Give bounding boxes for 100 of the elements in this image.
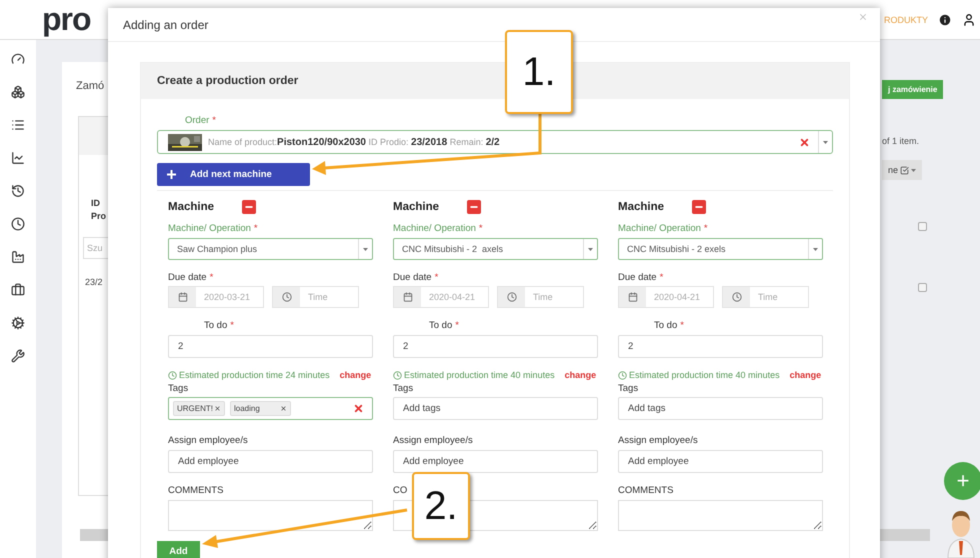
field-label: To do * xyxy=(204,320,234,331)
plus-icon xyxy=(167,170,176,179)
tags-input[interactable]: Add tags xyxy=(618,397,823,420)
calendar-icon xyxy=(178,292,188,302)
todo-input[interactable]: 2 xyxy=(618,335,823,358)
tag-chip[interactable]: URGENT! xyxy=(173,401,225,416)
calendar-icon xyxy=(628,292,638,302)
caret-icon xyxy=(813,248,818,250)
add-fab-button[interactable]: + xyxy=(944,462,980,500)
machine-title: Machine xyxy=(168,201,214,213)
todo-input[interactable]: 2 xyxy=(393,335,598,358)
boxes-icon[interactable] xyxy=(11,85,25,99)
time-field[interactable]: Time xyxy=(272,286,359,308)
field-label: Assign employee/s xyxy=(618,435,698,446)
wrench-icon[interactable] xyxy=(11,349,25,363)
scrollbar[interactable] xyxy=(80,529,108,541)
tag-chip[interactable]: loading xyxy=(230,401,291,416)
column-header: ID xyxy=(90,197,101,210)
estimate-text: Estimated production time 40 minutes xyxy=(629,370,780,380)
page-title: Zamó xyxy=(76,80,104,92)
close-icon xyxy=(214,405,221,412)
field-label: Due date * xyxy=(393,272,438,283)
row-checkbox[interactable] xyxy=(918,222,927,231)
estimate-text: Estimated production time 40 minutes xyxy=(404,370,555,380)
briefcase-icon[interactable] xyxy=(11,283,25,297)
close-icon xyxy=(280,405,287,412)
estimate-text: Estimated production time 24 minutes xyxy=(179,370,330,380)
column-header: Pro xyxy=(90,210,108,223)
row-checkbox[interactable] xyxy=(918,283,927,292)
employee-input[interactable]: Add employee xyxy=(168,450,373,473)
comments-field[interactable] xyxy=(168,500,373,531)
tags-input[interactable]: Add tags xyxy=(393,397,598,420)
field-label: Due date * xyxy=(618,272,664,283)
machine-title: Machine xyxy=(393,201,440,213)
clock-icon xyxy=(282,292,292,302)
remove-button[interactable] xyxy=(242,200,256,214)
caret-icon xyxy=(911,168,916,172)
operation-select[interactable]: CNC Mitsubishi - 2 axels xyxy=(393,238,598,260)
panel-title: Create a production order xyxy=(157,75,298,87)
field-label: Tags xyxy=(168,383,188,394)
logo[interactable]: pro xyxy=(42,1,91,38)
scrollbar[interactable] xyxy=(880,529,930,541)
field-label: Machine/ Operation * xyxy=(393,223,483,234)
close-icon xyxy=(858,12,868,22)
add-machine-button[interactable]: Add next machine xyxy=(157,163,310,186)
time-field[interactable]: Time xyxy=(497,286,584,308)
chart-icon[interactable] xyxy=(11,151,25,165)
date-field[interactable]: 2020-04-21 xyxy=(618,286,714,308)
gauge-icon[interactable] xyxy=(11,52,25,66)
change-link[interactable]: change xyxy=(790,370,822,380)
clock-icon[interactable] xyxy=(11,217,25,231)
field-label: Assign employee/s xyxy=(168,435,248,446)
remove-button[interactable] xyxy=(467,200,482,214)
caret-icon xyxy=(588,248,593,250)
columns-button[interactable]: ne xyxy=(882,160,922,180)
order-select[interactable]: Name of product:Piston120/90x2030 ID Prodio: 23/2018 Remain: 2/2 xyxy=(157,130,833,154)
field-label: Tags xyxy=(393,383,414,394)
nav-link[interactable]: RODUKTY xyxy=(884,14,928,24)
date-field[interactable]: 2020-04-21 xyxy=(393,286,489,308)
change-link[interactable]: change xyxy=(564,370,596,380)
clock-icon xyxy=(506,292,516,302)
clear-icon[interactable] xyxy=(799,136,810,148)
history-icon[interactable] xyxy=(11,184,25,198)
check-icon xyxy=(900,166,910,174)
calendar-icon xyxy=(402,292,412,302)
field-label: To do * xyxy=(654,320,684,331)
field-label: Due date * xyxy=(168,272,214,283)
time-field[interactable]: Time xyxy=(722,286,809,308)
add-button[interactable]: Add xyxy=(157,541,200,558)
comments-field[interactable] xyxy=(618,500,823,531)
change-link[interactable]: change xyxy=(340,370,372,380)
table-cell-text: 23/2 xyxy=(84,277,104,287)
employee-input[interactable]: Add employee xyxy=(393,450,598,473)
caret-icon xyxy=(823,140,828,144)
field-label: Assign employee/s xyxy=(393,435,473,446)
caret-icon xyxy=(363,248,368,250)
callout-label: 2. xyxy=(412,472,470,540)
field-label: COMMENTS xyxy=(168,485,224,496)
employee-input[interactable]: Add employee xyxy=(618,450,823,473)
tags-field[interactable]: URGENT! loading xyxy=(168,397,373,420)
summary-text: of 1 item. xyxy=(882,136,920,146)
todo-input[interactable]: 2 xyxy=(168,335,373,358)
field-label: To do * xyxy=(429,320,459,331)
list-icon[interactable] xyxy=(11,118,25,132)
operation-select[interactable]: CNC Mitsubishi - 2 exels xyxy=(618,238,823,260)
field-label: Machine/ Operation * xyxy=(618,223,708,234)
operation-select[interactable]: Saw Champion plus xyxy=(168,238,373,260)
machine-title: Machine xyxy=(618,201,664,213)
gear-icon[interactable] xyxy=(11,316,25,330)
modal-title: Adding an order xyxy=(123,18,208,32)
create-order-button[interactable]: j zamówienie xyxy=(882,80,944,99)
remove-button[interactable] xyxy=(692,200,706,214)
field-label: CO xyxy=(393,485,408,496)
user-icon[interactable] xyxy=(962,12,976,26)
clear-icon[interactable] xyxy=(353,403,364,414)
date-field[interactable]: 2020-03-21 xyxy=(168,286,264,308)
factory-icon[interactable] xyxy=(11,250,25,264)
clock-icon xyxy=(732,292,742,302)
field-label: Tags xyxy=(618,383,638,394)
info-icon[interactable] xyxy=(938,12,952,26)
